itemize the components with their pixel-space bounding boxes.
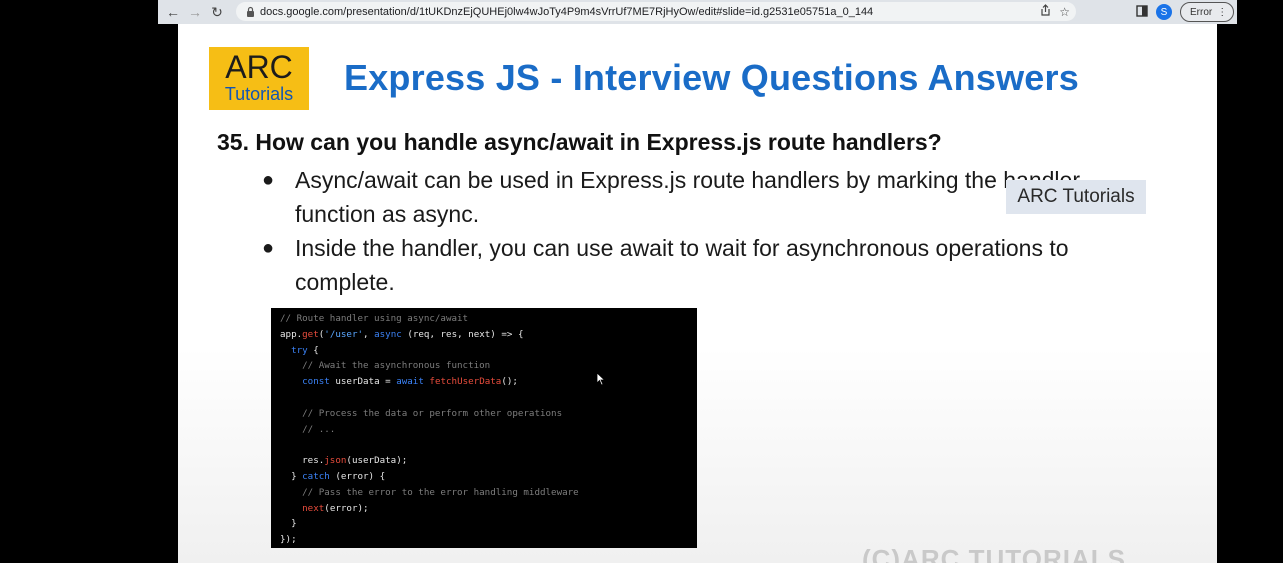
code-line: }); — [280, 534, 297, 546]
code-block: // Route handler using async/await app.ge… — [271, 308, 697, 548]
code-line: } catch (error) { — [280, 470, 386, 482]
code-line: // Await the asynchronous function — [280, 360, 491, 372]
url-text: docs.google.com/presentation/d/1tUKDnzEj… — [260, 5, 874, 18]
bullet-text: Async/await can be used in Express.js ro… — [295, 167, 1080, 227]
error-label: Error — [1190, 6, 1213, 18]
address-bar[interactable]: docs.google.com/presentation/d/1tUKDnzEj… — [236, 2, 1076, 21]
code-line: next(error); — [302, 502, 369, 514]
logo-main-text: ARC — [225, 49, 293, 85]
error-button[interactable]: Error ⋮ — [1180, 2, 1235, 22]
code-line: // Process the data or perform other ope… — [280, 407, 563, 419]
question-heading: 35. How can you handle async/await in Ex… — [217, 129, 942, 155]
forward-icon[interactable]: → — [184, 1, 206, 23]
slide-title: Express JS - Interview Questions Answers — [344, 57, 1079, 98]
logo-sub-text: Tutorials — [224, 84, 294, 104]
share-icon[interactable] — [1040, 4, 1051, 19]
profile-avatar[interactable]: S — [1156, 4, 1172, 20]
lock-icon — [242, 6, 258, 17]
code-line: res.json(userData); — [280, 455, 408, 467]
code-line: try { — [291, 344, 319, 356]
code-line: // Pass the error to the error handling … — [280, 486, 579, 498]
bullet-dot: ● — [262, 237, 275, 259]
code-line: const userData = await fetchUserData(); — [302, 376, 518, 388]
reload-icon[interactable]: ↻ — [206, 1, 228, 23]
arc-logo: ARC Tutorials — [209, 47, 309, 110]
browser-toolbar: ← → ↻ docs.google.com/presentation/d/1tU… — [158, 0, 1237, 24]
bookmark-star-icon[interactable]: ☆ — [1059, 5, 1070, 19]
copyright-text: (C)ARC TUTORIALS — [862, 544, 1126, 563]
mouse-cursor-icon — [596, 372, 606, 391]
bullet-item: ● Inside the handler, you can use await … — [262, 231, 1162, 299]
bullet-text: Inside the handler, you can use await to… — [295, 235, 1069, 295]
bullet-dot: ● — [262, 169, 275, 191]
watermark-label: ARC Tutorials — [1006, 180, 1146, 214]
side-panel-icon[interactable] — [1136, 4, 1148, 20]
code-line: app.get('/user', async (req, res, next) … — [280, 328, 524, 340]
back-icon[interactable]: ← — [162, 1, 184, 23]
more-vert-icon: ⋮ — [1217, 6, 1228, 18]
code-line: // ... — [280, 423, 336, 435]
code-line: // Route handler using async/await — [280, 313, 469, 324]
code-line: } — [280, 518, 297, 530]
slide: ARC Tutorials Express JS - Interview Que… — [178, 24, 1217, 563]
